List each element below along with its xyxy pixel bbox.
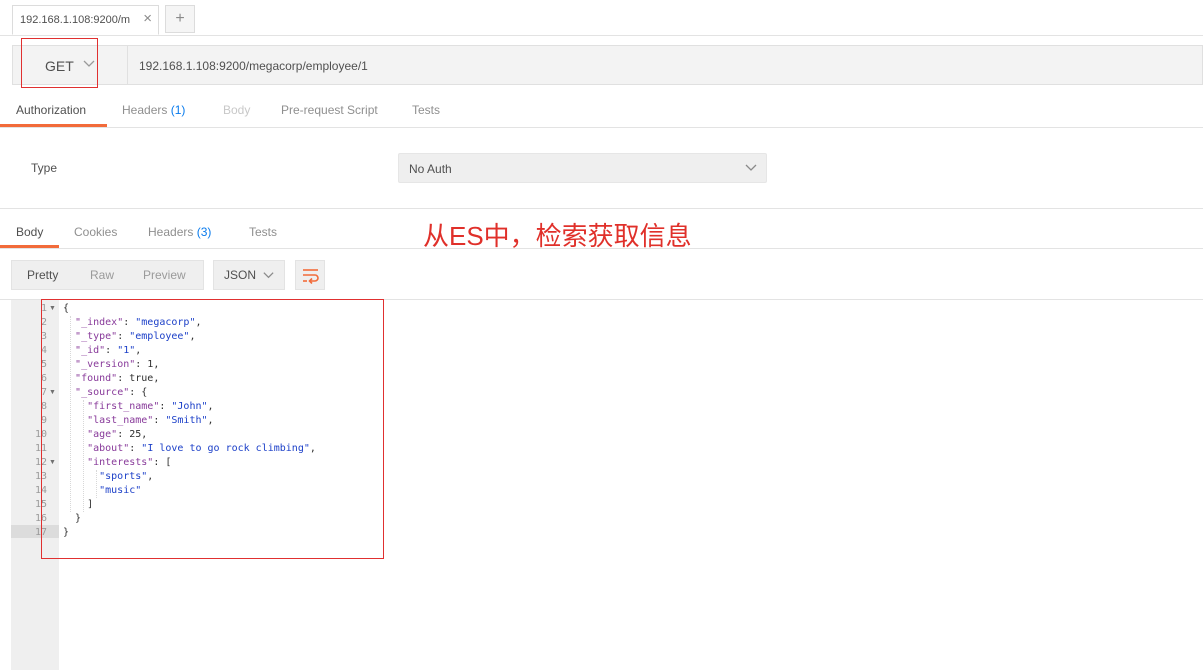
response-highlight-box xyxy=(41,299,384,559)
chevron-down-icon xyxy=(745,164,757,171)
format-select[interactable]: JSON xyxy=(213,260,285,290)
tab-tests[interactable]: Tests xyxy=(412,103,440,117)
tab-label: Cookies xyxy=(74,225,118,239)
chevron-down-icon xyxy=(263,272,274,279)
response-tab-cookies[interactable]: Cookies xyxy=(74,225,117,239)
view-preview-button[interactable]: Preview xyxy=(143,268,186,282)
view-mode-group: Pretty Raw Preview xyxy=(11,260,204,290)
annotation-text: 从ES中，检索获取信息 xyxy=(423,221,692,251)
close-icon[interactable]: × xyxy=(143,11,152,27)
headers-count: (1) xyxy=(170,103,186,117)
auth-type-value: No Auth xyxy=(409,162,452,176)
view-pretty-button[interactable]: Pretty xyxy=(27,268,58,282)
response-tab-headers[interactable]: Headers (3) xyxy=(148,225,211,239)
tab-body[interactable]: Body xyxy=(223,103,250,117)
method-highlight-box xyxy=(21,38,98,88)
format-label: JSON xyxy=(224,268,257,282)
request-tab[interactable]: 192.168.1.108:9200/m × xyxy=(12,5,159,35)
tab-label: Headers xyxy=(122,103,168,117)
auth-type-label: Type xyxy=(31,161,58,175)
new-tab-button[interactable]: + xyxy=(165,5,195,33)
tab-headers[interactable]: Headers (1) xyxy=(122,103,185,117)
tab-label: Body xyxy=(223,103,251,117)
wrap-lines-icon xyxy=(303,269,319,284)
request-tab-title: 192.168.1.108:9200/m xyxy=(20,14,131,26)
headers-count: (3) xyxy=(196,225,212,239)
response-tab-tests[interactable]: Tests xyxy=(249,225,277,239)
tab-label: Body xyxy=(16,225,44,239)
tab-authorization[interactable]: Authorization xyxy=(16,103,86,117)
auth-type-select[interactable]: No Auth xyxy=(398,153,767,183)
wrap-lines-button[interactable] xyxy=(295,260,325,290)
view-raw-button[interactable]: Raw xyxy=(90,268,114,282)
url-input[interactable]: 192.168.1.108:9200/megacorp/employee/1 xyxy=(139,59,368,73)
tab-label: Tests xyxy=(249,225,278,239)
tab-label: Tests xyxy=(412,103,441,117)
response-tab-body[interactable]: Body xyxy=(16,225,43,239)
divider xyxy=(0,127,1203,128)
tab-label: Pre-request Script xyxy=(281,103,378,117)
tab-label: Authorization xyxy=(16,103,87,117)
url-divider xyxy=(127,46,128,84)
tab-label: Headers xyxy=(148,225,194,239)
tab-pre-request-script[interactable]: Pre-request Script xyxy=(281,103,378,117)
divider xyxy=(0,208,1203,209)
